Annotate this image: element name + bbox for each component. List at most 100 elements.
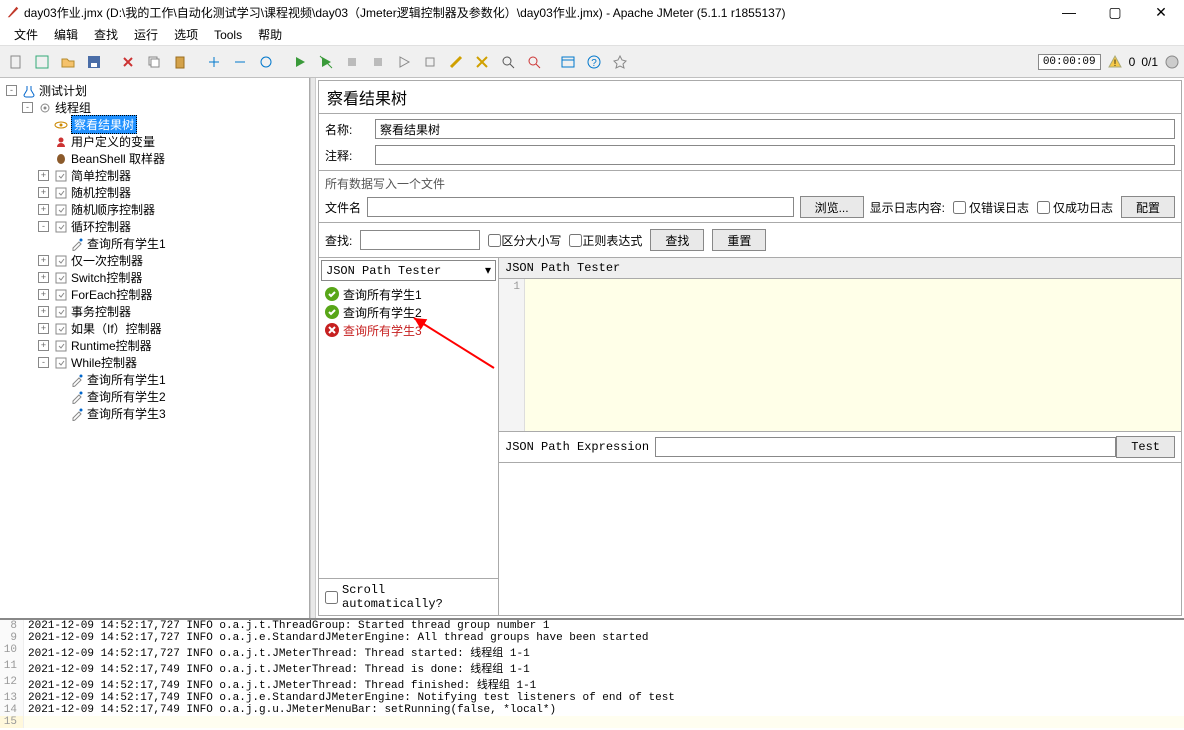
tree-node[interactable]: + 简单控制器 [2, 167, 307, 184]
expand-toggle-icon[interactable]: + [38, 170, 49, 181]
tree-node[interactable]: +事务控制器 [2, 303, 307, 320]
tree-node[interactable]: 察看结果树 [2, 116, 307, 133]
result-item[interactable]: 查询所有学生1 [321, 285, 496, 303]
template-icon[interactable] [608, 50, 632, 74]
collapse-toggle-icon[interactable]: - [38, 357, 49, 368]
search-input[interactable] [360, 230, 480, 250]
configure-button[interactable]: 配置 [1121, 196, 1175, 218]
success-icon [325, 305, 339, 319]
panel-title: 察看结果树 [319, 81, 1181, 114]
save-icon[interactable] [82, 50, 106, 74]
expand-toggle-icon[interactable]: + [38, 204, 49, 215]
clear-icon[interactable] [444, 50, 468, 74]
expand-toggle-icon[interactable]: + [38, 272, 49, 283]
case-checkbox[interactable]: 区分大小写 [488, 232, 561, 249]
auto-scroll-checkbox[interactable]: Scroll automatically? [319, 578, 498, 615]
log-console[interactable]: 82021-12-09 14:52:17,727 INFO o.a.j.t.Th… [0, 618, 1184, 730]
tree-node[interactable]: +Switch控制器 [2, 269, 307, 286]
filename-label: 文件名 [325, 199, 361, 216]
svg-text:!: ! [1113, 58, 1116, 68]
open-icon[interactable] [56, 50, 80, 74]
tree-label: 仅一次控制器 [71, 252, 143, 269]
tree-node[interactable]: -测试计划 [2, 82, 307, 99]
copy-icon[interactable] [142, 50, 166, 74]
expand-toggle-icon[interactable]: + [38, 340, 49, 351]
menu-查找[interactable]: 查找 [86, 24, 126, 45]
result-item[interactable]: 查询所有学生3 [321, 321, 496, 339]
expand-toggle-icon[interactable]: + [38, 255, 49, 266]
cut-icon[interactable] [116, 50, 140, 74]
collapse-toggle-icon[interactable]: - [38, 221, 49, 232]
menu-帮助[interactable]: 帮助 [250, 24, 290, 45]
tree-node[interactable]: 查询所有学生2 [2, 388, 307, 405]
tree-node[interactable]: +随机控制器 [2, 184, 307, 201]
menu-文件[interactable]: 文件 [6, 24, 46, 45]
collapse-icon[interactable] [228, 50, 252, 74]
tree-node[interactable]: 查询所有学生3 [2, 405, 307, 422]
collapse-toggle-icon[interactable]: - [22, 102, 33, 113]
clear-all-icon[interactable] [470, 50, 494, 74]
comment-input[interactable] [375, 145, 1175, 165]
help-icon[interactable]: ? [582, 50, 606, 74]
menu-tools[interactable]: Tools [206, 26, 250, 44]
maximize-button[interactable]: ▢ [1092, 0, 1138, 24]
reset-search-icon[interactable] [522, 50, 546, 74]
stop-icon[interactable] [340, 50, 364, 74]
tree-node[interactable]: 查询所有学生1 [2, 371, 307, 388]
expand-toggle-icon[interactable]: + [38, 323, 49, 334]
paste-icon[interactable] [168, 50, 192, 74]
elapsed-timer: 00:00:09 [1038, 54, 1101, 70]
tree-node[interactable]: -While控制器 [2, 354, 307, 371]
reset-button[interactable]: 重置 [712, 229, 766, 251]
tree-node[interactable]: +Runtime控制器 [2, 337, 307, 354]
remote-stop-icon[interactable] [418, 50, 442, 74]
function-helper-icon[interactable] [556, 50, 580, 74]
shutdown-icon[interactable] [366, 50, 390, 74]
tree-node[interactable]: -循环控制器 [2, 218, 307, 235]
tree-node[interactable]: 用户定义的变量 [2, 133, 307, 150]
tree-node[interactable]: +如果（If）控制器 [2, 320, 307, 337]
expand-toggle-icon[interactable]: + [38, 289, 49, 300]
name-label: 名称: [325, 121, 375, 138]
close-button[interactable]: ✕ [1138, 0, 1184, 24]
test-button[interactable]: Test [1116, 436, 1175, 458]
start-no-timers-icon[interactable] [314, 50, 338, 74]
browse-button[interactable]: 浏览... [800, 196, 864, 218]
result-list[interactable]: 查询所有学生1查询所有学生2查询所有学生3 [319, 283, 498, 578]
templates-icon[interactable] [30, 50, 54, 74]
tree-node[interactable]: +随机顺序控制器 [2, 201, 307, 218]
new-file-icon[interactable] [4, 50, 28, 74]
warning-icon[interactable]: ! [1107, 54, 1123, 70]
remote-start-icon[interactable] [392, 50, 416, 74]
menu-运行[interactable]: 运行 [126, 24, 166, 45]
tree-node[interactable]: BeanShell 取样器 [2, 150, 307, 167]
toggle-icon[interactable] [254, 50, 278, 74]
json-code-area[interactable] [525, 279, 1181, 431]
menu-选项[interactable]: 选项 [166, 24, 206, 45]
menu-编辑[interactable]: 编辑 [46, 24, 86, 45]
minimize-button[interactable]: — [1046, 0, 1092, 24]
filename-input[interactable] [367, 197, 794, 217]
tree-node[interactable]: + 仅一次控制器 [2, 252, 307, 269]
result-item[interactable]: 查询所有学生2 [321, 303, 496, 321]
vertical-splitter[interactable] [310, 78, 316, 618]
name-input[interactable] [375, 119, 1175, 139]
tree-label: 简单控制器 [71, 167, 131, 184]
json-path-expr-input[interactable] [655, 437, 1116, 457]
expand-icon[interactable] [202, 50, 226, 74]
expand-toggle-icon[interactable]: + [38, 306, 49, 317]
warning-count: 0 [1129, 55, 1136, 69]
search-button[interactable]: 查找 [650, 229, 704, 251]
search-icon[interactable] [496, 50, 520, 74]
success-only-checkbox[interactable]: 仅成功日志 [1037, 199, 1113, 216]
test-plan-tree[interactable]: -测试计划-线程组察看结果树用户定义的变量BeanShell 取样器 + 简单控制器… [0, 78, 310, 618]
errors-only-checkbox[interactable]: 仅错误日志 [953, 199, 1029, 216]
tree-node[interactable]: -线程组 [2, 99, 307, 116]
tree-node[interactable]: +ForEach控制器 [2, 286, 307, 303]
collapse-toggle-icon[interactable]: - [6, 85, 17, 96]
expand-toggle-icon[interactable]: + [38, 187, 49, 198]
tree-node[interactable]: 查询所有学生1 [2, 235, 307, 252]
render-dropdown[interactable]: JSON Path Tester ▾ [321, 260, 496, 281]
regex-checkbox[interactable]: 正则表达式 [569, 232, 642, 249]
start-icon[interactable] [288, 50, 312, 74]
